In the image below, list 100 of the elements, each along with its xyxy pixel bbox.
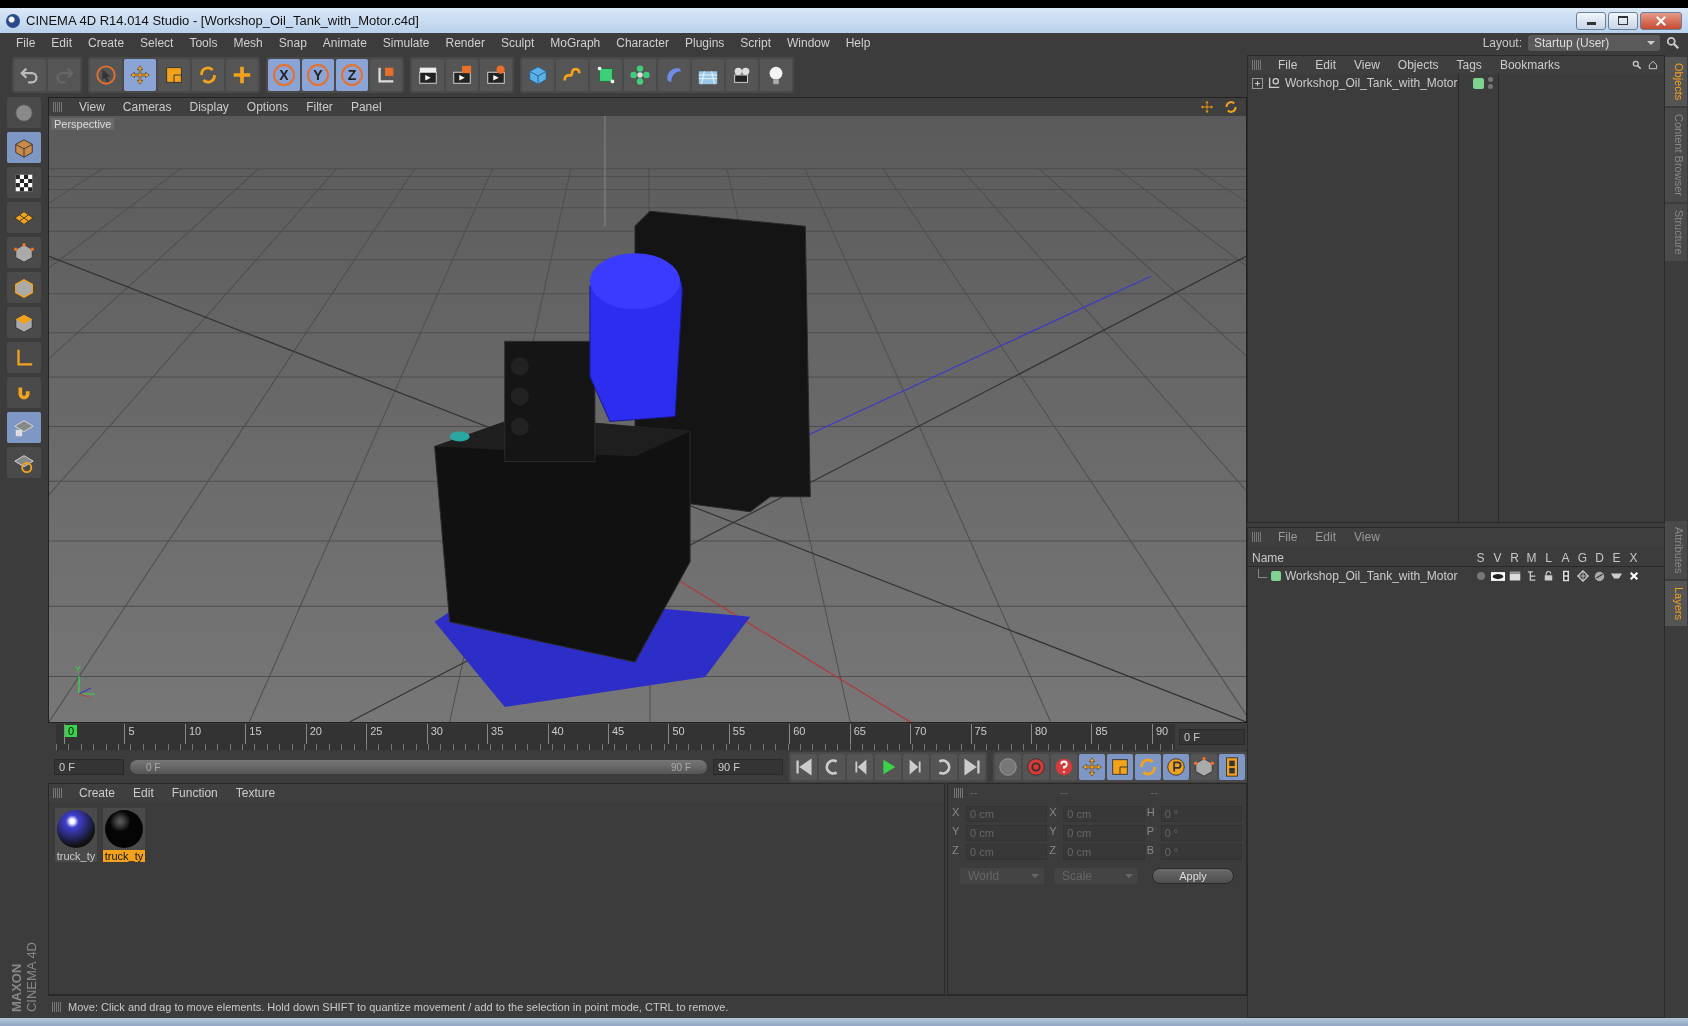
column-header[interactable]: R: [1506, 551, 1523, 565]
frame-number: 25: [369, 725, 384, 737]
column-header[interactable]: M: [1523, 551, 1540, 565]
key-button[interactable]: [1163, 754, 1189, 780]
side-tab[interactable]: Objects: [1665, 57, 1687, 107]
object-name[interactable]: Workshop_Oil_Tank_with_Motor: [1285, 76, 1461, 90]
null-object-icon: [1267, 76, 1281, 90]
menu-item[interactable]: Render: [437, 36, 493, 50]
visibility-dots-icon[interactable]: [1488, 77, 1493, 89]
padlock-icon[interactable]: [1544, 571, 1553, 581]
menu-item[interactable]: MoGraph: [542, 36, 609, 50]
panel-grip-icon: [1252, 60, 1262, 70]
material-swatch[interactable]: truck_ty: [103, 808, 145, 862]
playback-button[interactable]: [791, 754, 817, 780]
objects-menu-item[interactable]: Tags: [1448, 58, 1490, 72]
material-menu-item[interactable]: Edit: [125, 786, 162, 800]
material-menu-item[interactable]: Create: [71, 786, 124, 800]
material-menu-item[interactable]: Function: [163, 786, 226, 800]
column-header[interactable]: D: [1591, 551, 1608, 565]
objects-menu-item[interactable]: Bookmarks: [1491, 58, 1568, 72]
column-header[interactable]: S: [1472, 551, 1489, 565]
layers-menu-item[interactable]: File: [1270, 530, 1306, 544]
column-header[interactable]: Name: [1252, 551, 1472, 565]
toolbar-button[interactable]: Y: [302, 59, 334, 91]
scale-icon: [1109, 756, 1131, 778]
tool-button[interactable]: [7, 167, 41, 198]
eye-icon[interactable]: [1490, 571, 1505, 581]
viewport-menu-item[interactable]: Panel: [342, 100, 390, 114]
menu-item[interactable]: Snap: [270, 36, 315, 50]
objects-menu-item[interactable]: File: [1270, 58, 1306, 72]
menu-item[interactable]: Animate: [314, 36, 375, 50]
viewport-menu-item[interactable]: Display: [181, 100, 237, 114]
playback-button[interactable]: [931, 754, 957, 780]
column-header[interactable]: V: [1489, 551, 1506, 565]
menu-item[interactable]: Simulate: [374, 36, 438, 50]
hierarchy-icon[interactable]: [1526, 571, 1537, 581]
search-icon[interactable]: [1666, 36, 1680, 50]
menu-item[interactable]: Sculpt: [492, 36, 543, 50]
playback-button[interactable]: [903, 754, 929, 780]
apply-button[interactable]: Apply: [1152, 868, 1234, 884]
toolbar-button[interactable]: [412, 59, 444, 91]
end-frame-field[interactable]: 90 F: [713, 759, 783, 775]
viewport-menu-item[interactable]: Options: [238, 100, 297, 114]
layer-name[interactable]: Workshop_Oil_Tank_with_Motor: [1285, 569, 1458, 583]
toolbar-button[interactable]: [726, 59, 758, 91]
objects-menu-item[interactable]: View: [1346, 58, 1388, 72]
menu-item[interactable]: File: [8, 36, 44, 50]
viewport-menu-item[interactable]: Filter: [298, 100, 341, 114]
solo-dot-icon[interactable]: [1476, 572, 1485, 580]
objects-menu-item[interactable]: Objects: [1389, 58, 1447, 72]
axis-label: B: [1146, 844, 1155, 858]
viewport-menu-item[interactable]: Cameras: [114, 100, 180, 114]
column-header[interactable]: E: [1608, 551, 1625, 565]
objects-menu-item[interactable]: Edit: [1307, 58, 1345, 72]
menu-item[interactable]: Script: [732, 36, 779, 50]
close-button[interactable]: [1640, 11, 1682, 30]
column-header[interactable]: L: [1540, 551, 1557, 565]
menu-item[interactable]: Edit: [43, 36, 81, 50]
column-header[interactable]: A: [1557, 551, 1574, 565]
restore-button[interactable]: [1608, 11, 1638, 30]
toolbar-button[interactable]: [692, 59, 724, 91]
start-frame-field[interactable]: 0 F: [54, 759, 124, 775]
expand-icon[interactable]: [1252, 77, 1263, 89]
menu-item[interactable]: Character: [608, 36, 677, 50]
menu-item[interactable]: Select: [132, 36, 182, 50]
clapperboard-icon[interactable]: [1508, 571, 1521, 581]
menu-item[interactable]: Help: [837, 36, 879, 50]
column-header[interactable]: G: [1574, 551, 1591, 565]
layers-menu-item[interactable]: View: [1346, 530, 1388, 544]
layer-color-swatch[interactable]: [1271, 571, 1281, 581]
toolbar-button[interactable]: [480, 59, 512, 91]
key-button[interactable]: [1191, 754, 1217, 780]
layout-dropdown[interactable]: Startup (User): [1528, 35, 1660, 51]
timeline-ruler[interactable]: 0 5 10 15 20 25 30 35 40 45 50 55 60 65 70 75 80 85 90: [56, 724, 1175, 750]
playback-button[interactable]: [847, 754, 873, 780]
toolbar-button[interactable]: [760, 59, 792, 91]
menu-item[interactable]: Window: [779, 36, 838, 50]
key-button[interactable]: [1051, 754, 1077, 780]
layers-menu-item[interactable]: Edit: [1307, 530, 1345, 544]
playback-button[interactable]: [819, 754, 845, 780]
minimize-button[interactable]: [1576, 11, 1606, 30]
material-swatch[interactable]: truck_ty: [55, 808, 97, 862]
viewport-menu-item[interactable]: View: [71, 100, 113, 114]
film-strip-icon[interactable]: [1562, 570, 1569, 582]
toolbar-button[interactable]: Z: [336, 59, 368, 91]
key-button[interactable]: [1107, 754, 1133, 780]
playback-button[interactable]: [959, 754, 985, 780]
column-header[interactable]: X: [1625, 551, 1642, 565]
menu-item[interactable]: Tools: [181, 36, 226, 50]
material-menu-item[interactable]: Texture: [227, 786, 284, 800]
toolbar-button[interactable]: [446, 59, 478, 91]
side-tab[interactable]: Layers: [1665, 581, 1687, 627]
menu-item[interactable]: Create: [80, 36, 133, 50]
current-frame-field[interactable]: 0 F: [1179, 729, 1245, 745]
key-button[interactable]: [1219, 754, 1245, 780]
toolbar-button[interactable]: X: [268, 59, 300, 91]
menu-item[interactable]: Mesh: [225, 36, 271, 50]
panel-grip-icon: [53, 788, 63, 798]
playback-button[interactable]: [875, 754, 901, 780]
menu-item[interactable]: Plugins: [676, 36, 733, 50]
